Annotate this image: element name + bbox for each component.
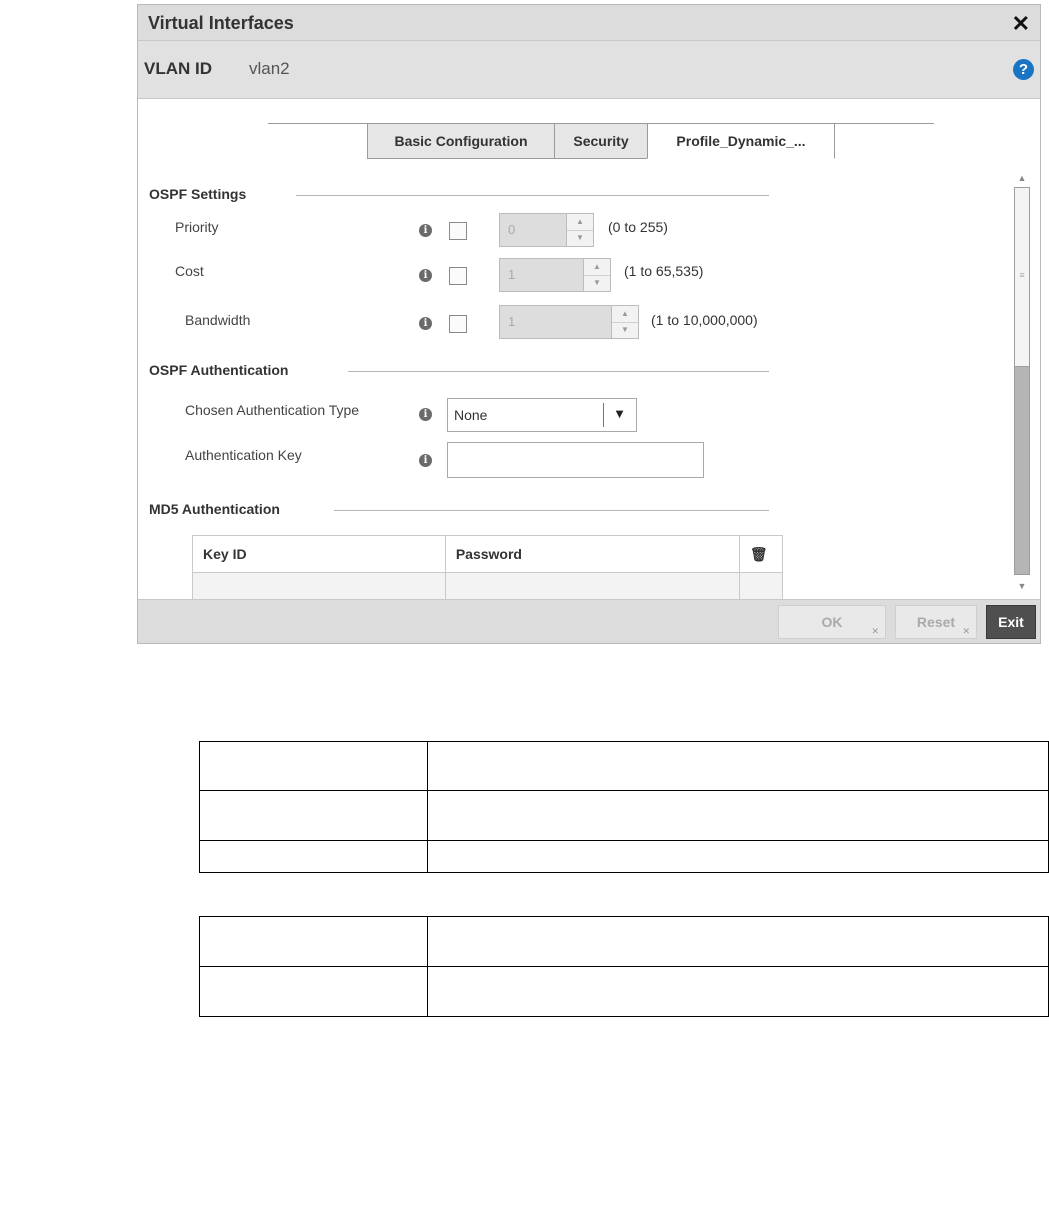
table-row — [199, 966, 1049, 1017]
vlan-header: VLAN ID vlan2 ? — [138, 41, 1040, 99]
priority-checkbox[interactable] — [449, 222, 467, 240]
section-divider — [334, 510, 769, 511]
info-icon[interactable]: i — [419, 454, 432, 467]
help-icon[interactable]: ? — [1013, 59, 1034, 80]
table-row — [199, 741, 1049, 791]
table-cell — [199, 966, 428, 1017]
virtual-interfaces-dialog: Virtual Interfaces ✕ VLAN ID vlan2 ? Bas… — [137, 4, 1041, 644]
vertical-scrollbar[interactable]: ≡ — [1014, 187, 1030, 575]
section-divider — [348, 371, 769, 372]
info-icon[interactable]: i — [419, 317, 432, 330]
table-cell — [199, 840, 428, 873]
reset-button-label: Reset — [916, 614, 956, 630]
spinner-buttons: ▲ ▼ — [583, 259, 610, 291]
table-cell — [427, 741, 1049, 791]
trash-icon[interactable]: 🗑 — [738, 535, 784, 573]
section-divider — [296, 195, 769, 196]
empty-table-1 — [199, 741, 1049, 873]
grip-icon: ≡ — [1019, 270, 1025, 280]
auth-type-value: None — [454, 407, 488, 423]
bandwidth-checkbox[interactable] — [449, 315, 467, 333]
scroll-down-icon[interactable]: ▼ — [1014, 579, 1030, 593]
table-cell — [199, 790, 428, 841]
priority-spinner[interactable]: 0 ▲ ▼ — [499, 213, 594, 247]
table-cell[interactable] — [444, 572, 740, 602]
table-row — [199, 916, 1049, 967]
priority-range: (0 to 255) — [608, 219, 668, 235]
spinner-buttons: ▲ ▼ — [566, 214, 593, 246]
table-cell — [427, 916, 1049, 967]
reset-button[interactable]: Reset ✕ — [895, 605, 977, 639]
table-cell — [427, 790, 1049, 841]
dropdown-arrow-icon: ▼ — [613, 406, 626, 421]
table-cell — [427, 840, 1049, 873]
priority-label: Priority — [175, 219, 219, 235]
scroll-up-icon[interactable]: ▲ — [1014, 171, 1030, 185]
info-icon[interactable]: i — [419, 408, 432, 421]
bandwidth-spinner[interactable]: 1 ▲ ▼ — [499, 305, 639, 339]
bandwidth-range: (1 to 10,000,000) — [651, 312, 758, 328]
table-cell — [199, 741, 428, 791]
spin-up-icon[interactable]: ▲ — [584, 259, 610, 276]
table-row — [199, 840, 1049, 873]
cost-range: (1 to 65,535) — [624, 263, 704, 279]
select-separator — [603, 403, 604, 427]
ospf-settings-title: OSPF Settings — [149, 186, 247, 202]
bandwidth-value: 1 — [508, 314, 516, 329]
dialog-footer: OK ✕ Reset ✕ Exit — [138, 599, 1040, 643]
md5-authentication-title: MD5 Authentication — [149, 501, 280, 517]
spin-up-icon[interactable]: ▲ — [612, 306, 638, 323]
spin-down-icon[interactable]: ▼ — [584, 275, 610, 291]
table-cell — [738, 572, 784, 602]
table-cell[interactable] — [192, 572, 446, 602]
spin-down-icon[interactable]: ▼ — [612, 322, 638, 338]
bandwidth-label: Bandwidth — [185, 312, 251, 328]
scrollbar-thumb[interactable]: ≡ — [1015, 188, 1029, 367]
tab-profile-dynamic[interactable]: Profile_Dynamic_... — [647, 123, 835, 159]
table-cell — [427, 966, 1049, 1017]
info-icon[interactable]: i — [419, 224, 432, 237]
md5-key-table: Key ID Password 🗑 — [192, 535, 784, 602]
close-icon[interactable]: ✕ — [1012, 11, 1030, 37]
table-cell — [199, 916, 428, 967]
disabled-x-icon: ✕ — [871, 626, 879, 636]
spinner-buttons: ▲ ▼ — [611, 306, 638, 338]
dialog-titlebar: Virtual Interfaces ✕ — [138, 5, 1040, 41]
ok-button[interactable]: OK ✕ — [778, 605, 886, 639]
table-row — [199, 790, 1049, 841]
priority-value: 0 — [508, 222, 516, 237]
spin-up-icon[interactable]: ▲ — [567, 214, 593, 231]
ok-button-label: OK — [821, 614, 843, 630]
table-header-row: Key ID Password 🗑 — [192, 535, 784, 573]
vlan-id-value: vlan2 — [249, 59, 290, 78]
cost-label: Cost — [175, 263, 204, 279]
cost-spinner[interactable]: 1 ▲ ▼ — [499, 258, 611, 292]
exit-button[interactable]: Exit — [986, 605, 1036, 639]
ospf-authentication-title: OSPF Authentication — [149, 362, 289, 378]
auth-type-label: Chosen Authentication Type — [185, 402, 360, 418]
column-header-key-id: Key ID — [192, 535, 446, 573]
vlan-id-label: VLAN ID — [144, 59, 212, 78]
table-row[interactable] — [192, 572, 784, 602]
info-icon[interactable]: i — [419, 269, 432, 282]
cost-checkbox[interactable] — [449, 267, 467, 285]
spin-down-icon[interactable]: ▼ — [567, 230, 593, 246]
dialog-title: Virtual Interfaces — [148, 13, 294, 33]
disabled-x-icon: ✕ — [962, 626, 970, 636]
auth-key-label: Authentication Key — [185, 447, 302, 463]
cost-value: 1 — [508, 267, 516, 282]
tab-basic-configuration[interactable]: Basic Configuration — [367, 123, 555, 159]
auth-type-select[interactable]: None ▼ — [447, 398, 637, 432]
empty-table-2 — [199, 916, 1049, 1017]
column-header-password: Password — [444, 535, 740, 573]
tab-security[interactable]: Security — [554, 123, 648, 159]
auth-key-input[interactable] — [447, 442, 704, 478]
